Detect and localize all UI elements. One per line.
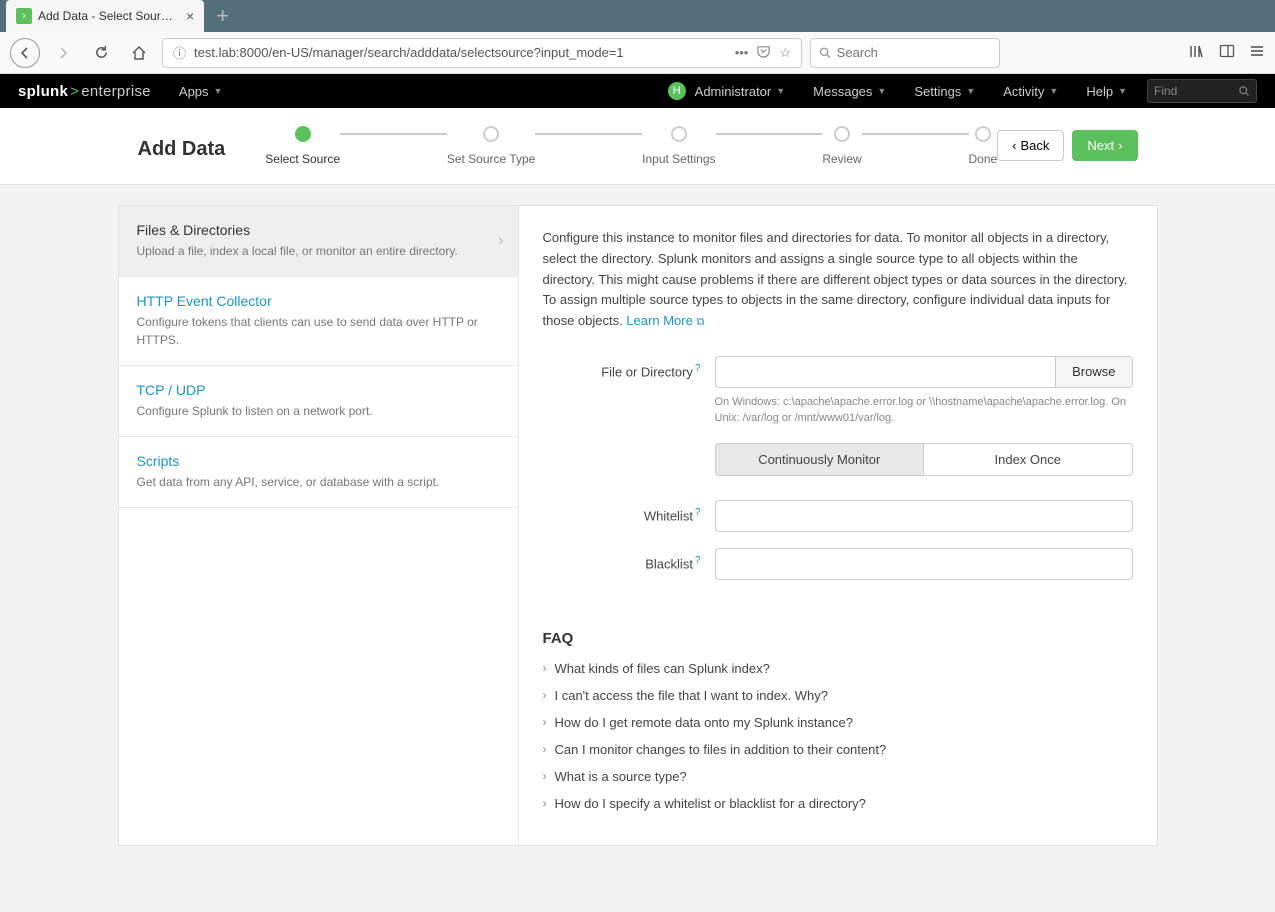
browser-search-bar[interactable]	[810, 38, 1000, 68]
help-icon[interactable]: ?	[695, 363, 701, 374]
external-link-icon: ⧉	[696, 316, 704, 328]
faq-item[interactable]: › How do I get remote data onto my Splun…	[543, 715, 1133, 730]
info-icon: ⓘ	[173, 43, 186, 62]
user-menu[interactable]: H Administrator▼	[668, 82, 786, 100]
step-label: Review	[822, 152, 861, 166]
chevron-right-icon: ›	[543, 769, 547, 783]
whitelist-row: Whitelist?	[543, 500, 1133, 532]
file-directory-row: File or Directory? Browse On Windows: c:…	[543, 356, 1133, 427]
learn-more-link[interactable]: Learn More ⧉	[626, 313, 704, 328]
chevron-right-icon: ›	[543, 796, 547, 810]
chevron-right-icon: ›	[543, 661, 547, 675]
nav-forward-button[interactable]	[48, 38, 78, 68]
back-button[interactable]: ‹ Back	[997, 130, 1064, 161]
faq-item[interactable]: › What is a source type?	[543, 769, 1133, 784]
whitelist-input[interactable]	[715, 500, 1133, 532]
intro-text: Configure this instance to monitor files…	[543, 228, 1133, 332]
browser-chrome: › Add Data - Select Source | Sp × +	[0, 0, 1275, 32]
next-button[interactable]: Next ›	[1072, 130, 1137, 161]
chevron-right-icon: ›	[543, 715, 547, 729]
main-container: Files & Directories Upload a file, index…	[118, 205, 1158, 846]
sidebar-item-tcp-udp[interactable]: TCP / UDP Configure Splunk to listen on …	[119, 366, 518, 437]
new-tab-button[interactable]: +	[216, 3, 229, 29]
find-input[interactable]: Find	[1147, 79, 1257, 103]
splunk-header: splunk>enterprise Apps▼ H Administrator▼…	[0, 74, 1275, 108]
chevron-right-icon: ›	[1118, 138, 1122, 153]
step-dot-select-source	[295, 126, 311, 142]
faq-item[interactable]: › Can I monitor changes to files in addi…	[543, 742, 1133, 757]
continuously-monitor-toggle[interactable]: Continuously Monitor	[715, 443, 925, 476]
apps-menu[interactable]: Apps▼	[179, 84, 223, 99]
tab-bar: › Add Data - Select Source | Sp × +	[0, 0, 1275, 32]
step-label: Select Source	[265, 152, 340, 166]
chevron-right-icon: ›	[543, 688, 547, 702]
settings-menu[interactable]: Settings▼	[914, 84, 975, 99]
chevron-right-icon: ›	[543, 742, 547, 756]
faq-item[interactable]: › I can't access the file that I want to…	[543, 688, 1133, 703]
index-once-toggle[interactable]: Index Once	[924, 443, 1133, 476]
wizard-steps: Select Source Set Source Type Input Sett…	[265, 126, 997, 166]
step-label: Input Settings	[642, 152, 715, 166]
url-bar[interactable]: ⓘ test.lab:8000/en-US/manager/search/add…	[162, 38, 802, 68]
sidebar-item-http-event-collector[interactable]: HTTP Event Collector Configure tokens th…	[119, 277, 518, 366]
step-dot-set-source-type	[483, 126, 499, 142]
chevron-left-icon: ‹	[1012, 138, 1016, 153]
whitelist-label: Whitelist?	[543, 500, 715, 523]
browse-button[interactable]: Browse	[1056, 356, 1132, 388]
activity-menu[interactable]: Activity▼	[1003, 84, 1058, 99]
source-sidebar: Files & Directories Upload a file, index…	[119, 206, 519, 845]
step-label: Done	[969, 152, 998, 166]
blacklist-label: Blacklist?	[543, 548, 715, 571]
faq-section: FAQ › What kinds of files can Splunk ind…	[543, 630, 1133, 811]
wizard-header: Add Data Select Source Set Source Type I…	[0, 108, 1275, 185]
messages-menu[interactable]: Messages▼	[813, 84, 886, 99]
file-directory-hint: On Windows: c:\apache\apache.error.log o…	[715, 394, 1133, 427]
nav-back-button[interactable]	[10, 38, 40, 68]
browser-nav-bar: ⓘ test.lab:8000/en-US/manager/search/add…	[0, 32, 1275, 74]
url-more-icon[interactable]: •••	[735, 45, 749, 60]
faq-item[interactable]: › How do I specify a whitelist or blackl…	[543, 796, 1133, 811]
page-title: Add Data	[138, 138, 226, 161]
step-dot-input-settings	[671, 126, 687, 142]
sidebar-item-files-directories[interactable]: Files & Directories Upload a file, index…	[119, 206, 518, 277]
step-dot-review	[834, 126, 850, 142]
browser-tab[interactable]: › Add Data - Select Source | Sp ×	[6, 0, 204, 32]
faq-item[interactable]: › What kinds of files can Splunk index?	[543, 661, 1133, 676]
step-label: Set Source Type	[447, 152, 536, 166]
hamburger-menu-icon[interactable]	[1249, 43, 1265, 62]
url-text: test.lab:8000/en-US/manager/search/addda…	[194, 45, 624, 60]
tab-title: Add Data - Select Source | Sp	[38, 9, 178, 23]
nav-home-button[interactable]	[124, 38, 154, 68]
file-directory-label: File or Directory?	[543, 356, 715, 379]
faq-heading: FAQ	[543, 630, 1133, 647]
tab-favicon: ›	[16, 8, 32, 24]
help-icon[interactable]: ?	[695, 507, 701, 518]
splunk-logo[interactable]: splunk>enterprise	[18, 83, 151, 100]
chevron-right-icon: ›	[498, 232, 503, 250]
file-directory-input[interactable]	[715, 356, 1057, 388]
monitor-mode-row: Continuously Monitor Index Once	[543, 443, 1133, 476]
library-icon[interactable]	[1189, 43, 1205, 62]
help-menu[interactable]: Help▼	[1086, 84, 1127, 99]
main-panel: Configure this instance to monitor files…	[519, 206, 1157, 845]
bookmark-star-icon[interactable]: ☆	[779, 45, 791, 61]
pocket-icon[interactable]	[756, 44, 771, 62]
sidebar-item-scripts[interactable]: Scripts Get data from any API, service, …	[119, 437, 518, 508]
nav-reload-button[interactable]	[86, 38, 116, 68]
browser-search-input[interactable]	[837, 45, 991, 60]
user-avatar-icon: H	[668, 82, 686, 100]
step-dot-done	[975, 126, 991, 142]
tab-close-icon[interactable]: ×	[186, 8, 194, 24]
sidebar-icon[interactable]	[1219, 43, 1235, 62]
blacklist-row: Blacklist?	[543, 548, 1133, 580]
help-icon[interactable]: ?	[695, 555, 701, 566]
blacklist-input[interactable]	[715, 548, 1133, 580]
